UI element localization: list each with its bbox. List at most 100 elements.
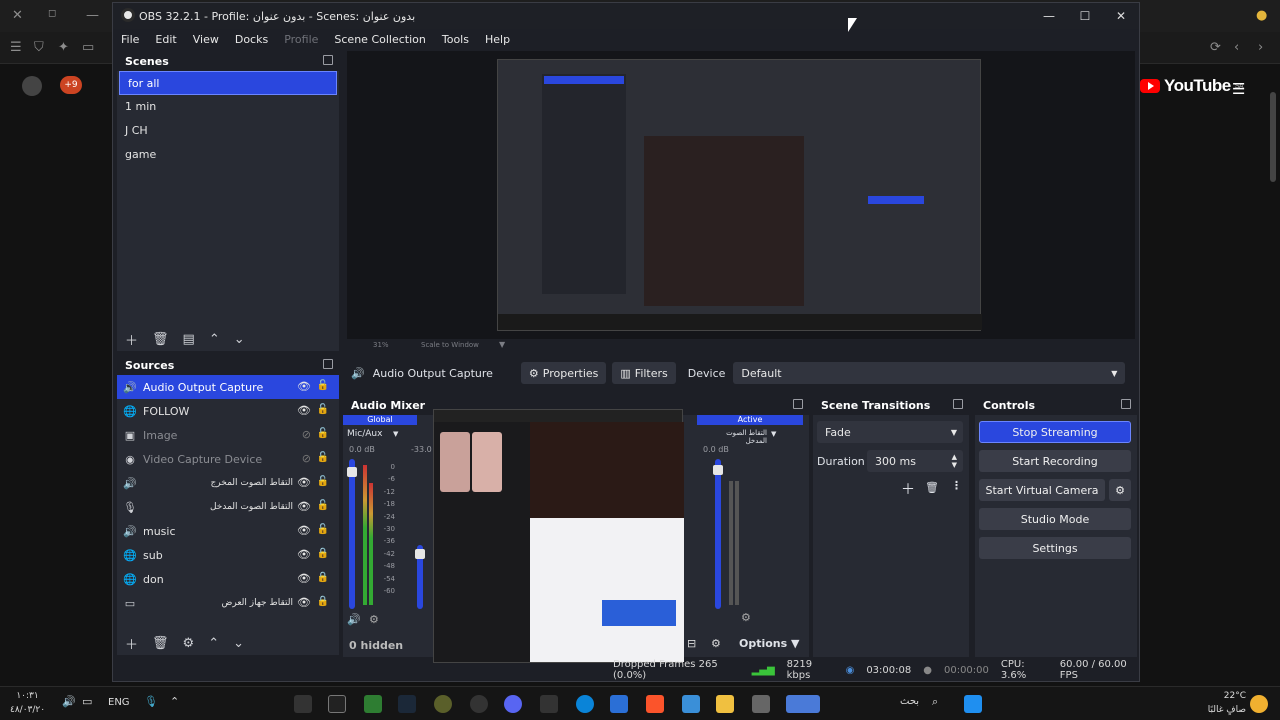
lock-icon[interactable]: 🔒 [317,596,329,607]
obs-icon[interactable] [470,695,488,713]
clock[interactable]: ١٠:٣١ ٤٨/٠٣/٢٠ [10,689,45,717]
duration-spinbox[interactable]: 300 ms ▲ ▼ [867,450,963,472]
start-recording-button[interactable]: Start Recording [979,450,1131,472]
app-icon[interactable] [752,695,770,713]
notification-badge[interactable]: +9 [60,76,82,94]
shield-icon[interactable]: ⛉ [34,40,44,55]
back-icon[interactable]: ‹ [1234,40,1239,55]
gear-icon[interactable]: ⚙ [183,636,195,651]
chevron-up-icon[interactable]: ⌃ [170,695,179,708]
search-label[interactable]: بحث [900,696,919,707]
source-item[interactable]: ◉ Video Capture Device ⊘ 🔓 [117,447,339,471]
trash-icon[interactable]: 🗑 [152,636,169,651]
lock-icon[interactable]: 🔓 [317,500,329,511]
language-indicator[interactable]: ENG [108,697,130,708]
scene-item[interactable]: J CH [117,119,339,143]
weather[interactable]: 22°C صافٍ غالبًا [1196,689,1246,717]
lightbulb-icon[interactable]: ● [1256,8,1267,23]
add-icon[interactable]: ＋ [125,634,138,653]
eye-icon[interactable]: 👁 [297,380,311,393]
menu-docks[interactable]: Docks [227,33,276,46]
chevron-down-icon[interactable]: ▼ [499,340,505,349]
menu-tools[interactable]: Tools [434,33,477,46]
more-icon[interactable]: ⋮ [951,479,962,492]
app-icon[interactable] [682,695,700,713]
add-icon[interactable]: ＋ [125,330,138,349]
lock-icon[interactable]: 🔓 [317,428,329,439]
discord-icon[interactable] [504,695,522,713]
menu-scene-collection[interactable]: Scene Collection [326,33,433,46]
source-item[interactable]: 🔊 التقاط الصوت المخرج 👁 🔓 [117,471,339,495]
sidebar-icon[interactable]: ▭ [82,40,94,55]
terminal-icon[interactable] [540,695,558,713]
volume-slider[interactable] [349,459,355,609]
scene-item[interactable]: game [117,143,339,167]
menu-edit[interactable]: Edit [147,33,184,46]
extension-icon[interactable]: ✦ [58,40,69,55]
lock-icon[interactable]: 🔓 [317,476,329,487]
undock-icon[interactable] [793,399,803,409]
source-item[interactable]: 🔊 music 👁 🔓 [117,519,339,543]
network-icon[interactable]: ▭ [82,695,92,708]
windows-start-icon[interactable] [964,695,982,713]
undock-icon[interactable] [953,399,963,409]
edge-icon[interactable] [576,695,594,713]
mic-icon[interactable]: 🎙 [144,695,158,708]
filters-button[interactable]: ▥ Filters [612,362,676,384]
lock-icon[interactable]: 🔒 [317,572,329,583]
layout-icon[interactable]: ⊟ [687,637,696,650]
settings-button[interactable]: Settings [979,537,1131,559]
search-icon[interactable]: ⌕ [932,695,938,709]
scene-item[interactable]: 1 min [117,95,339,119]
undock-icon[interactable] [1121,399,1131,409]
source-item[interactable]: 🎙 التقاط الصوت المدخل 👁 🔓 [117,495,339,519]
properties-button[interactable]: ⚙ Properties [520,362,607,384]
device-select[interactable]: Default ▼ [733,362,1126,384]
app-icon[interactable] [294,695,312,713]
menu-profile[interactable]: Profile [276,33,326,46]
chevron-up-icon[interactable]: ⌃ [209,332,220,347]
folder-icon[interactable] [716,695,734,713]
youtube-menu-icon[interactable]: ☰ [1232,80,1245,98]
undock-icon[interactable] [323,55,333,65]
chevron-down-icon[interactable]: ▼ [771,430,776,438]
filter-icon[interactable]: ▤ [183,332,195,347]
undock-icon[interactable] [323,359,333,369]
start-virtual-camera-button[interactable]: Start Virtual Camera [979,479,1105,501]
lock-icon[interactable]: 🔒 [317,548,329,559]
preview-canvas[interactable] [347,51,1135,339]
brave-icon[interactable] [646,695,664,713]
minimize-icon[interactable]: — [86,8,99,23]
eye-hidden-icon[interactable]: ⊘ [302,452,311,465]
gear-icon[interactable]: ⚙ [369,613,379,626]
tab-icon[interactable]: ◻ [48,8,56,19]
menu-file[interactable]: File [113,33,147,46]
speaker-icon[interactable]: 🔊 [347,613,361,626]
maximize-button[interactable]: ☐ [1067,5,1103,27]
eye-icon[interactable]: 👁 [297,404,311,417]
epic-icon[interactable] [328,695,346,713]
source-item[interactable]: ▭ التقاط جهاز العرض 👁 🔒 [117,591,339,615]
chevron-down-icon[interactable]: ▼ [393,430,398,438]
menu-icon[interactable]: ☰ [10,40,22,55]
eye-icon[interactable]: 👁 [297,548,311,561]
source-item[interactable]: 🌐 FOLLOW 👁 🔓 [117,399,339,423]
menu-view[interactable]: View [185,33,227,46]
chevron-down-icon[interactable]: ⌄ [234,332,245,347]
slider-handle[interactable] [347,467,357,477]
lock-icon[interactable]: 🔓 [317,404,329,415]
tab-global[interactable]: Global [343,415,417,425]
volume-slider[interactable] [715,459,721,609]
app-icon[interactable] [434,695,452,713]
eye-icon[interactable]: 👁 [297,596,311,609]
close-button[interactable]: ✕ [1103,5,1139,27]
gear-icon[interactable]: ⚙ [711,637,721,650]
eye-icon[interactable]: 👁 [297,524,311,537]
transition-select[interactable]: Fade ▼ [817,421,963,443]
eye-icon[interactable]: 👁 [297,572,311,585]
minimize-button[interactable]: — [1031,5,1067,27]
scene-item[interactable]: for all [119,71,337,95]
options-button[interactable]: Options ▼ [739,637,800,650]
chevron-down-icon[interactable]: ⌄ [233,636,244,651]
app-icon[interactable] [364,695,382,713]
